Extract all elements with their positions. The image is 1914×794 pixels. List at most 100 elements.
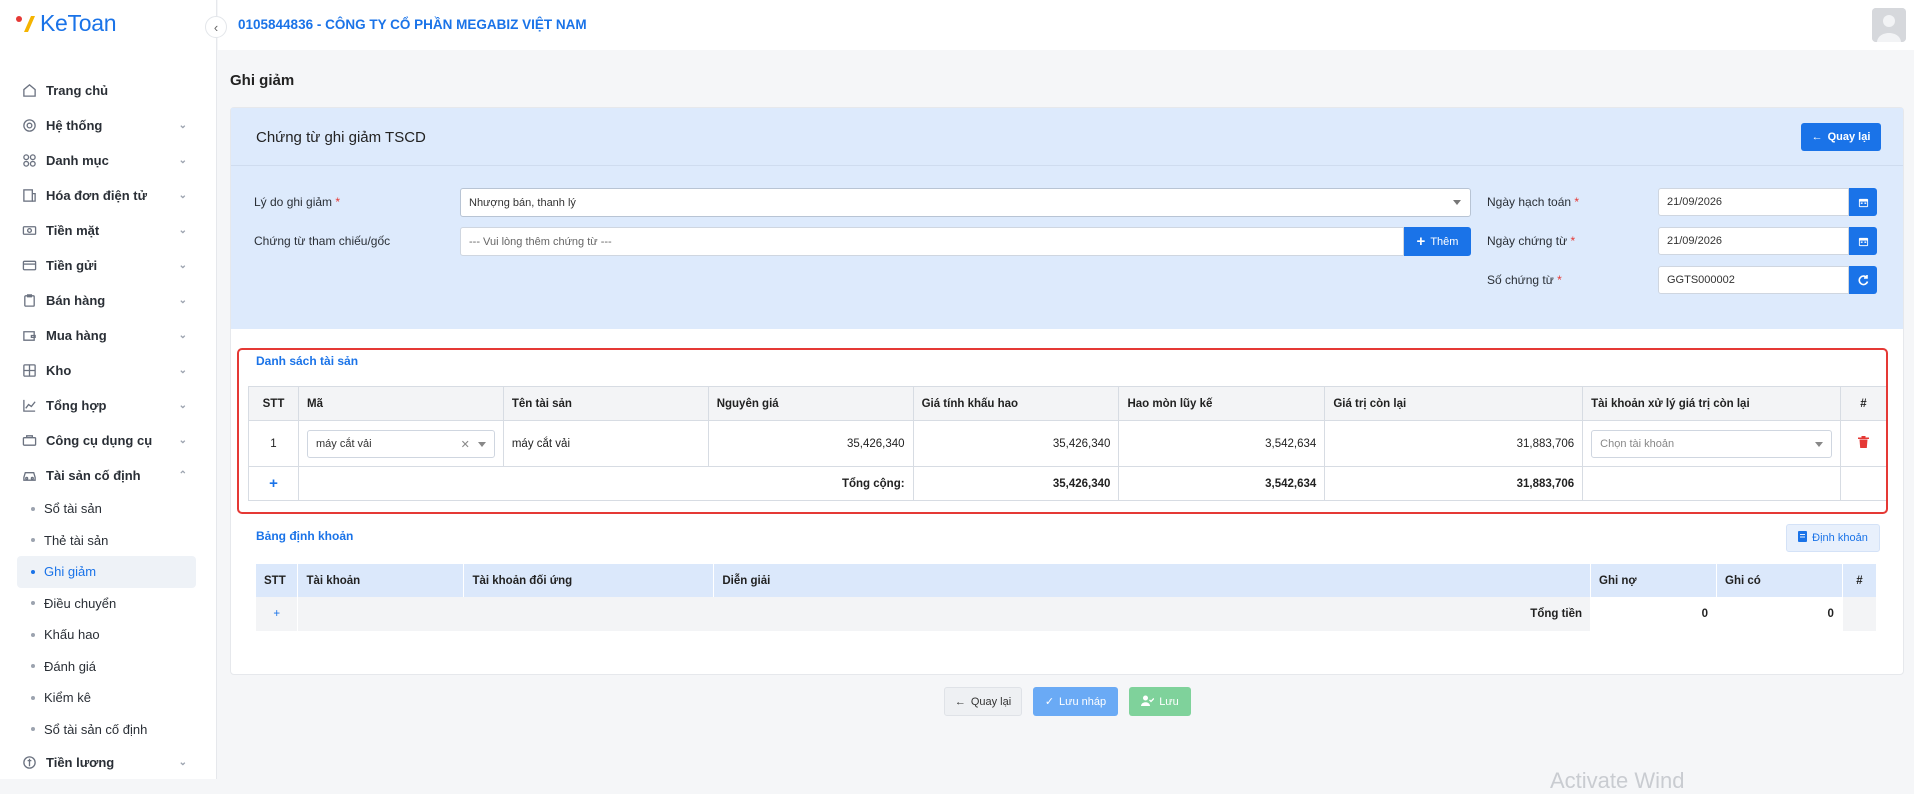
accounting-total-row: + Tổng tiền 0 0 [256,597,1878,631]
sidebar-sub-item-label: Thẻ tài sản [44,532,109,548]
sidebar-item-label: Hệ thống [46,118,103,133]
calendar-icon[interactable] [1849,188,1877,216]
posting-date-label: Ngày hạch toán * [1487,195,1579,209]
total-label: Tổng tiền [297,597,1592,631]
bullet-icon [31,695,35,700]
post-entry-button[interactable]: Định khoản [1786,524,1880,552]
required-mark: * [1557,273,1562,287]
logo-mark-icon [14,12,38,36]
sidebar-sub-item-khau-hao[interactable]: Khấu hao [0,619,217,651]
sidebar-sub-item-label: Sổ tài sản [44,501,102,517]
highlight-box [237,348,1888,514]
bullet-icon [31,664,35,669]
bullet-icon [31,569,35,574]
sidebar-item-label: Tiền lương [46,755,115,770]
sidebar-item-he-thong[interactable]: Hệ thống ⌄ [0,108,217,143]
sidebar-item-hoa-don[interactable]: Hóa đơn điện tử ⌄ [0,178,217,213]
doc-no-label-text: Số chứng từ [1487,273,1554,287]
chevron-down-icon: ⌄ [178,330,187,341]
posting-date-value: 21/09/2026 [1667,196,1723,208]
chevron-down-icon: ⌄ [178,400,187,411]
sidebar-sub-item-danh-gia[interactable]: Đánh giá [0,651,217,683]
sidebar-sub-item-dieu-chuyen[interactable]: Điều chuyển [0,588,217,620]
reason-select[interactable]: Nhượng bán, thanh lý [460,188,1471,217]
sidebar-item-danh-muc[interactable]: Danh mục ⌄ [0,143,217,178]
reason-label-text: Lý do ghi giảm [254,195,333,209]
sidebar-item-tai-san-co-dinh[interactable]: Tài sản cố định ⌃ [0,458,217,493]
ref-label: Chứng từ tham chiếu/gốc [254,234,391,248]
sidebar-item-tong-hop[interactable]: Tổng hợp ⌄ [0,388,217,423]
calendar-icon[interactable] [1849,227,1877,255]
chevron-down-icon: ⌄ [178,435,187,446]
sidebar-sub-item-label: Sổ tài sản cố định [44,721,148,737]
sidebar-item-label: Trang chủ [46,83,109,98]
sidebar-item-label: Kho [46,363,72,378]
chevron-left-icon: ‹ [213,19,219,35]
required-mark: * [1574,195,1580,209]
form-area: Lý do ghi giảm * Nhượng bán, thanh lý Ch… [231,166,1903,329]
activation-watermark: Activate Wind [1550,768,1685,793]
doc-no-value: GGTS000002 [1667,274,1735,286]
user-check-icon [1141,695,1155,709]
brand-logo[interactable]: KeToan [14,10,117,37]
bullet-icon [31,506,35,511]
ref-input[interactable]: --- Vui lòng thêm chứng từ --- [460,227,1404,256]
sidebar-item-kho[interactable]: Kho ⌄ [0,353,217,388]
sidebar-item-label: Danh mục [46,153,109,168]
sidebar-item-trang-chu[interactable]: Trang chủ [0,73,217,108]
sidebar-sub-item-so-tai-san[interactable]: Sổ tài sản [0,493,217,525]
sidebar-item-tien-luong[interactable]: Tiền lương ⌄ [0,745,217,780]
sidebar-item-tien-mat[interactable]: Tiền mặt ⌄ [0,213,217,248]
add-ref-button[interactable]: + Thêm [1404,227,1471,256]
caret-down-icon [1453,200,1461,205]
save-button[interactable]: Lưu [1129,687,1191,716]
save-draft-button[interactable]: ✓ Lưu nháp [1033,687,1118,716]
invoice-icon [20,187,38,205]
sidebar-item-ban-hang[interactable]: Bán hàng ⌄ [0,283,217,318]
chevron-down-icon: ⌄ [178,120,187,131]
sidebar-item-label: Mua hàng [46,328,107,343]
posting-date-input[interactable]: 21/09/2026 [1658,188,1849,216]
column-header: Tài khoản [297,564,465,597]
add-entry-button[interactable]: + [256,597,299,631]
car-icon [20,467,38,485]
back-top-button[interactable]: ← Quay lại [1801,123,1881,151]
bullet-icon [31,601,35,606]
ref-placeholder: --- Vui lòng thêm chứng từ --- [469,235,612,248]
sidebar-sub-item-label: Ghi giảm [44,564,97,580]
sidebar-sub-item-ghi-giam[interactable]: Ghi giảm [17,556,196,588]
back-button[interactable]: ← Quay lại [944,687,1022,716]
sidebar-sub-item-label: Khấu hao [44,627,100,643]
column-header: Diễn giải [713,564,1592,597]
wallet-icon [20,327,38,345]
sidebar-sub-item-label: Điều chuyển [44,595,117,611]
doc-date-input[interactable]: 21/09/2026 [1658,227,1849,255]
sidebar-sub-item-so-tscd[interactable]: Sổ tài sản cố định [0,714,217,746]
collapse-sidebar-button[interactable]: ‹ [205,16,227,38]
doc-date-label: Ngày chứng từ * [1487,234,1575,248]
posting-date-label-text: Ngày hạch toán [1487,195,1572,209]
page-title: Ghi giảm [230,72,295,89]
card-title: Chứng từ ghi giảm TSCD [256,129,426,146]
sidebar-item-cong-cu[interactable]: Công cụ dụng cụ ⌄ [0,423,217,458]
sidebar-sub-item-kiem-ke[interactable]: Kiểm kê [0,682,217,714]
doc-no-input[interactable]: GGTS000002 [1658,266,1849,294]
plus-icon: + [1416,233,1426,250]
sidebar-sub-item-label: Kiểm kê [44,690,91,706]
sidebar-item-label: Tiền mặt [46,223,100,238]
chevron-down-icon: ⌄ [178,295,187,306]
accounting-table: STT Tài khoản Tài khoản đối ứng Diễn giả… [256,564,1878,631]
bullet-icon [31,538,35,543]
save-label: Lưu [1159,695,1179,708]
chevron-up-icon: ⌃ [178,470,187,481]
sales-icon [20,292,38,310]
sidebar-sub-item-the-tai-san[interactable]: Thẻ tài sản [0,525,217,557]
doc-date-label-text: Ngày chứng từ [1487,234,1568,248]
sidebar-item-tien-gui[interactable]: Tiền gửi ⌄ [0,248,217,283]
chevron-down-icon: ⌄ [178,190,187,201]
refresh-icon[interactable] [1849,266,1877,294]
avatar[interactable] [1872,8,1906,42]
sidebar-item-mua-hang[interactable]: Mua hàng ⌄ [0,318,217,353]
arrow-left-icon: ← [1811,131,1823,143]
chevron-down-icon: ⌄ [178,365,187,376]
